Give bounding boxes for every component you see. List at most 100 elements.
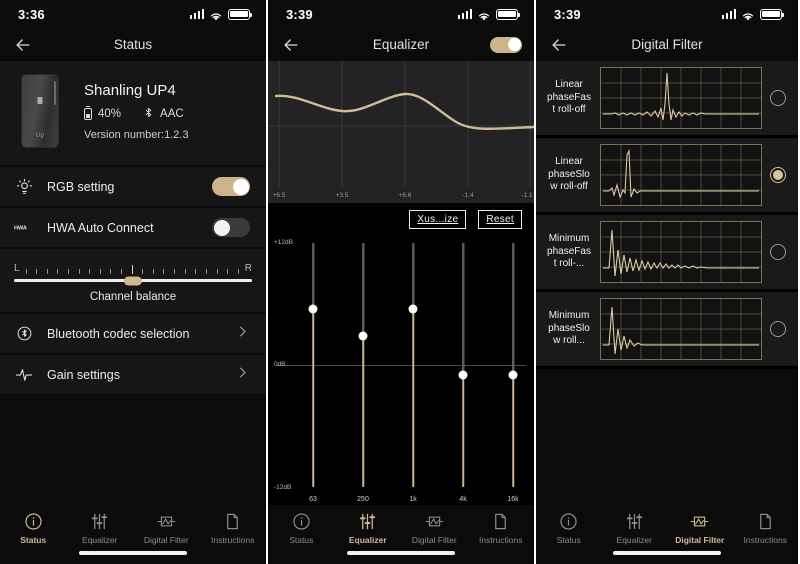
balance-tick-marks <box>20 265 245 274</box>
eq-slider-knob[interactable] <box>358 331 368 341</box>
filter-option-linear-phase-fast-rolloff[interactable]: Linear phaseFast roll-off <box>536 61 798 138</box>
filter-label: Linear phaseSlow roll-off <box>548 155 590 193</box>
tab-instructions[interactable]: Instructions <box>201 511 265 545</box>
screenshot-stage: 3:36 Status Up Shanling UP4 40% AAC Vers… <box>0 0 800 564</box>
tab-equalizer[interactable]: Equalizer <box>602 511 666 545</box>
filter-radio-button[interactable] <box>770 167 786 183</box>
equalizer-enable-toggle[interactable] <box>490 36 522 53</box>
filter-option-minimum-phase-slow-rolloff[interactable]: Minimum phaseSlow roll... <box>536 292 798 369</box>
phone-panel-status: 3:36 Status Up Shanling UP4 40% AAC Vers… <box>0 0 266 564</box>
eq-slider-4k[interactable] <box>456 243 470 487</box>
minimum-phase-fast-rolloff-impulse <box>600 221 762 283</box>
document-icon <box>491 511 510 531</box>
channel-balance-caption: Channel balance <box>89 291 177 303</box>
axis-tick-4: -1.1 <box>521 191 533 199</box>
nav-bar-digital-filter: Digital Filter <box>536 28 798 61</box>
row-gain-settings[interactable]: Gain settings <box>0 355 266 396</box>
eq-slider-knob[interactable] <box>458 370 468 380</box>
status-bar-time: 3:36 <box>18 6 45 22</box>
tab-digital-filter[interactable]: Digital Filter <box>134 511 198 545</box>
back-arrow-icon[interactable] <box>280 34 302 56</box>
tab-label-status: Status <box>289 535 314 545</box>
axis-tick-0: +6.5 <box>272 191 286 199</box>
wifi-icon <box>477 9 491 20</box>
phone-panel-equalizer: 3:39 Equalizer +6.5 +3.5 +6.6 -1.4 -1.1 … <box>268 0 534 564</box>
info-circle-icon <box>559 511 578 531</box>
equalizer-axis-labels: +6.5 +3.5 +6.6 -1.4 -1.1 <box>268 187 534 203</box>
equalizer-slider-group <box>306 243 520 487</box>
rgb-setting-toggle[interactable] <box>212 177 250 196</box>
filter-radio-button[interactable] <box>770 244 786 260</box>
eq-slider-250[interactable] <box>356 243 370 487</box>
eq-slider-1k[interactable] <box>406 243 420 487</box>
tab-instructions[interactable]: Instructions <box>469 511 533 545</box>
eq-slider-inactive-top <box>412 243 414 309</box>
row-rgb-setting[interactable]: RGB setting <box>0 167 266 208</box>
eq-slider-knob[interactable] <box>408 304 418 314</box>
eq-slider-knob[interactable] <box>308 304 318 314</box>
gain-wave-icon <box>14 366 34 384</box>
row-hwa-auto-connect[interactable]: HWA HWA Auto Connect <box>0 208 266 249</box>
filter-radio-button[interactable] <box>770 90 786 106</box>
filter-option-linear-phase-slow-rolloff[interactable]: Linear phaseSlow roll-off <box>536 138 798 215</box>
page-title: Digital Filter <box>631 37 703 52</box>
tab-digital-filter[interactable]: Digital Filter <box>402 511 466 545</box>
sliders-icon <box>90 511 109 531</box>
tab-equalizer[interactable]: Equalizer <box>336 511 400 545</box>
linear-phase-fast-rolloff-impulse <box>600 67 762 129</box>
device-stats: 40% AAC <box>84 106 189 122</box>
battery-icon <box>228 8 253 20</box>
device-name: Shanling UP4 <box>84 81 176 99</box>
axis-tick-1: +3.5 <box>335 191 349 199</box>
sliders-icon <box>358 511 377 531</box>
status-bar: 3:39 <box>268 0 534 28</box>
codec-label: AAC <box>160 107 184 120</box>
status-content: Up Shanling UP4 40% AAC Version number:1… <box>0 61 266 505</box>
tab-status[interactable]: Status <box>1 511 65 545</box>
sliders-icon <box>625 511 644 531</box>
device-screen-dot <box>37 96 43 104</box>
tab-equalizer[interactable]: Equalizer <box>68 511 132 545</box>
page-title: Status <box>113 37 153 52</box>
document-icon <box>756 511 775 531</box>
eq-slider-knob[interactable] <box>508 370 518 380</box>
tab-digital-filter[interactable]: Digital Filter <box>668 511 732 545</box>
tab-label-equalizer: Equalizer <box>82 535 118 545</box>
lightbulb-icon <box>14 178 34 195</box>
eq-slider-inactive-top <box>512 243 514 375</box>
back-arrow-icon[interactable] <box>12 34 34 56</box>
channel-balance-knob[interactable] <box>124 276 142 285</box>
tab-label-equalizer: Equalizer <box>616 535 652 545</box>
row-label-gain-settings: Gain settings <box>47 367 120 382</box>
filter-option-minimum-phase-fast-rolloff[interactable]: Minimum phaseFast roll-... <box>536 215 798 292</box>
freq-label-4k: 4k <box>459 496 467 503</box>
tab-status[interactable]: Status <box>537 511 601 545</box>
row-bluetooth-codec-selection[interactable]: Bluetooth codec selection <box>0 314 266 355</box>
document-icon <box>223 511 242 531</box>
hwa-auto-connect-toggle[interactable] <box>212 218 250 237</box>
filter-chip-icon <box>425 511 444 531</box>
chevron-right-icon <box>235 324 250 343</box>
axis-tick-2: +6.6 <box>398 191 412 199</box>
equalizer-sliders-graph: +12dB 0dB -12dB <box>268 239 534 491</box>
scale-label-mid: 0dB <box>274 361 286 368</box>
status-empty-space <box>0 396 266 505</box>
balance-right-label: R <box>244 263 252 274</box>
filter-radio-button[interactable] <box>770 321 786 337</box>
channel-balance-slider[interactable] <box>14 276 252 285</box>
balance-ruler: L R <box>14 260 252 274</box>
freq-label-16k: 16k <box>507 496 519 503</box>
status-bar-icons <box>189 8 253 20</box>
customize-button[interactable]: Xus...ize <box>409 210 467 229</box>
battery-level-icon <box>84 107 92 120</box>
back-arrow-icon[interactable] <box>548 34 570 56</box>
tab-status[interactable]: Status <box>269 511 333 545</box>
tab-instructions[interactable]: Instructions <box>733 511 797 545</box>
codec-stat: AAC <box>143 106 184 122</box>
tab-bar-status: Status Equalizer Digital Filter Instruct… <box>0 505 266 564</box>
eq-slider-63[interactable] <box>306 243 320 487</box>
filter-label: Minimum phaseFast roll-... <box>547 232 591 270</box>
reset-button[interactable]: Reset <box>478 210 522 229</box>
eq-slider-16k[interactable] <box>506 243 520 487</box>
status-bar-icons <box>457 8 521 20</box>
